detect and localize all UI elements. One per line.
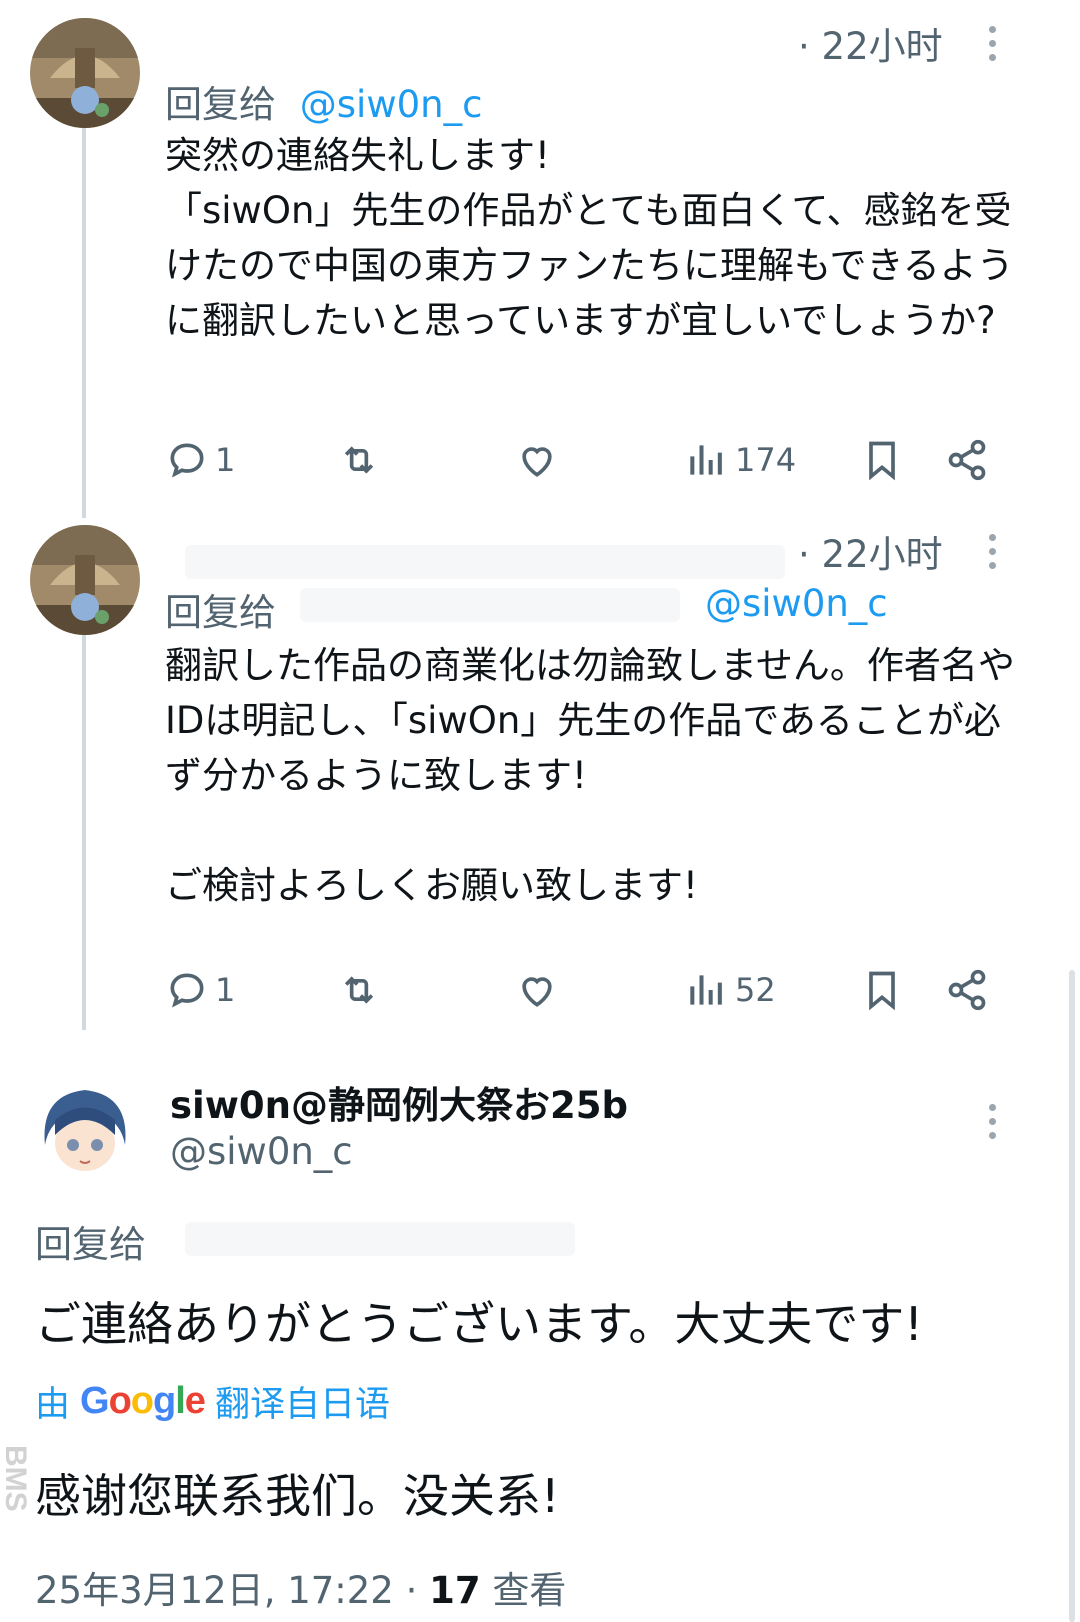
views-label: 查看: [492, 1569, 567, 1612]
avatar[interactable]: [30, 1075, 140, 1185]
user-handle[interactable]: @siw0n_c: [170, 1130, 353, 1173]
reply-handle-link[interactable]: @siw0n_c: [300, 83, 483, 126]
reply-to-line: 回复给 @siw0n_c: [165, 74, 482, 128]
views-count: 52: [735, 971, 776, 1009]
reply-icon: [170, 443, 204, 478]
share-icon: [948, 969, 986, 1011]
site-watermark: BMS: [0, 1445, 32, 1512]
reply-button[interactable]: 1: [165, 965, 235, 1015]
bookmark-button[interactable]: [860, 965, 904, 1015]
avatar[interactable]: [30, 18, 140, 128]
like-button[interactable]: [515, 965, 559, 1015]
reply-prefix: 回复给: [165, 83, 276, 126]
retweet-button[interactable]: [337, 435, 381, 485]
views-icon: [690, 445, 722, 475]
timestamp[interactable]: · 22小时: [798, 524, 943, 578]
redacted-handle: [185, 1222, 575, 1256]
google-logo: Google: [80, 1380, 206, 1422]
thread-line: [82, 128, 86, 518]
avatar[interactable]: [30, 525, 140, 635]
avatar-image: [30, 18, 140, 128]
views-button[interactable]: 52: [685, 965, 776, 1015]
avatar-image: [30, 1075, 140, 1185]
like-icon: [522, 977, 552, 1007]
views-count: 17: [429, 1569, 481, 1612]
share-button[interactable]: [945, 435, 989, 485]
retweet-icon: [344, 446, 374, 474]
more-icon[interactable]: [986, 534, 998, 569]
reply-prefix: 回复给: [35, 1223, 146, 1266]
more-icon[interactable]: [986, 1104, 998, 1139]
timestamp[interactable]: · 22小时: [798, 16, 943, 70]
thread-line: [82, 635, 86, 1030]
tweet-text: ご連絡ありがとうございます。大丈夫です!: [35, 1297, 923, 1351]
reply-button[interactable]: 1: [165, 435, 235, 485]
reply-icon: [170, 973, 204, 1008]
translation-notice[interactable]: 由 Google 翻译自日语: [35, 1376, 390, 1427]
tweet-text: 突然の連絡失礼します! 「siwOn」先生の作品がとても面白くて、感銘を受けたの…: [165, 134, 1014, 342]
translate-prefix: 由: [35, 1385, 71, 1425]
views-button[interactable]: 174: [685, 435, 796, 485]
reply-to-line: 回复给: [165, 582, 276, 636]
retweet-button[interactable]: [337, 965, 381, 1015]
like-icon: [522, 447, 552, 477]
action-bar: 1 174: [165, 435, 1025, 485]
reply-handle-link[interactable]: @siw0n_c: [705, 582, 888, 625]
translate-suffix: 翻译自日语: [214, 1385, 390, 1425]
more-icon[interactable]: [986, 26, 998, 61]
share-icon: [948, 439, 986, 481]
like-button[interactable]: [515, 435, 559, 485]
tweet-text: 翻訳した作品の商業化は勿論致しません。作者名やIDは明記し、「siwOn」先生の…: [165, 644, 1015, 907]
reply-prefix: 回复给: [165, 591, 276, 634]
bookmark-icon: [869, 441, 895, 481]
scrollbar[interactable]: [1069, 970, 1075, 1622]
views-icon: [690, 975, 722, 1005]
bookmark-icon: [869, 971, 895, 1011]
reply-to-line: 回复给: [35, 1214, 146, 1268]
reply-count: 1: [215, 971, 236, 1009]
share-button[interactable]: [945, 965, 989, 1015]
redacted-name: [185, 545, 785, 579]
action-bar: 1 52: [165, 965, 1025, 1015]
translated-text: 感谢您联系我们。没关系!: [35, 1469, 560, 1523]
post-date[interactable]: 25年3月12日, 17:22 ·: [35, 1569, 417, 1612]
redacted-handle: [300, 588, 680, 622]
bookmark-button[interactable]: [860, 435, 904, 485]
views-count: 174: [735, 441, 797, 479]
display-name[interactable]: siw0n@静岡例大祭お25b: [170, 1075, 628, 1129]
avatar-image: [30, 525, 140, 635]
tweet-meta: 25年3月12日, 17:22 · 17 查看: [35, 1560, 566, 1614]
reply-count: 1: [215, 441, 236, 479]
retweet-icon: [344, 976, 374, 1004]
